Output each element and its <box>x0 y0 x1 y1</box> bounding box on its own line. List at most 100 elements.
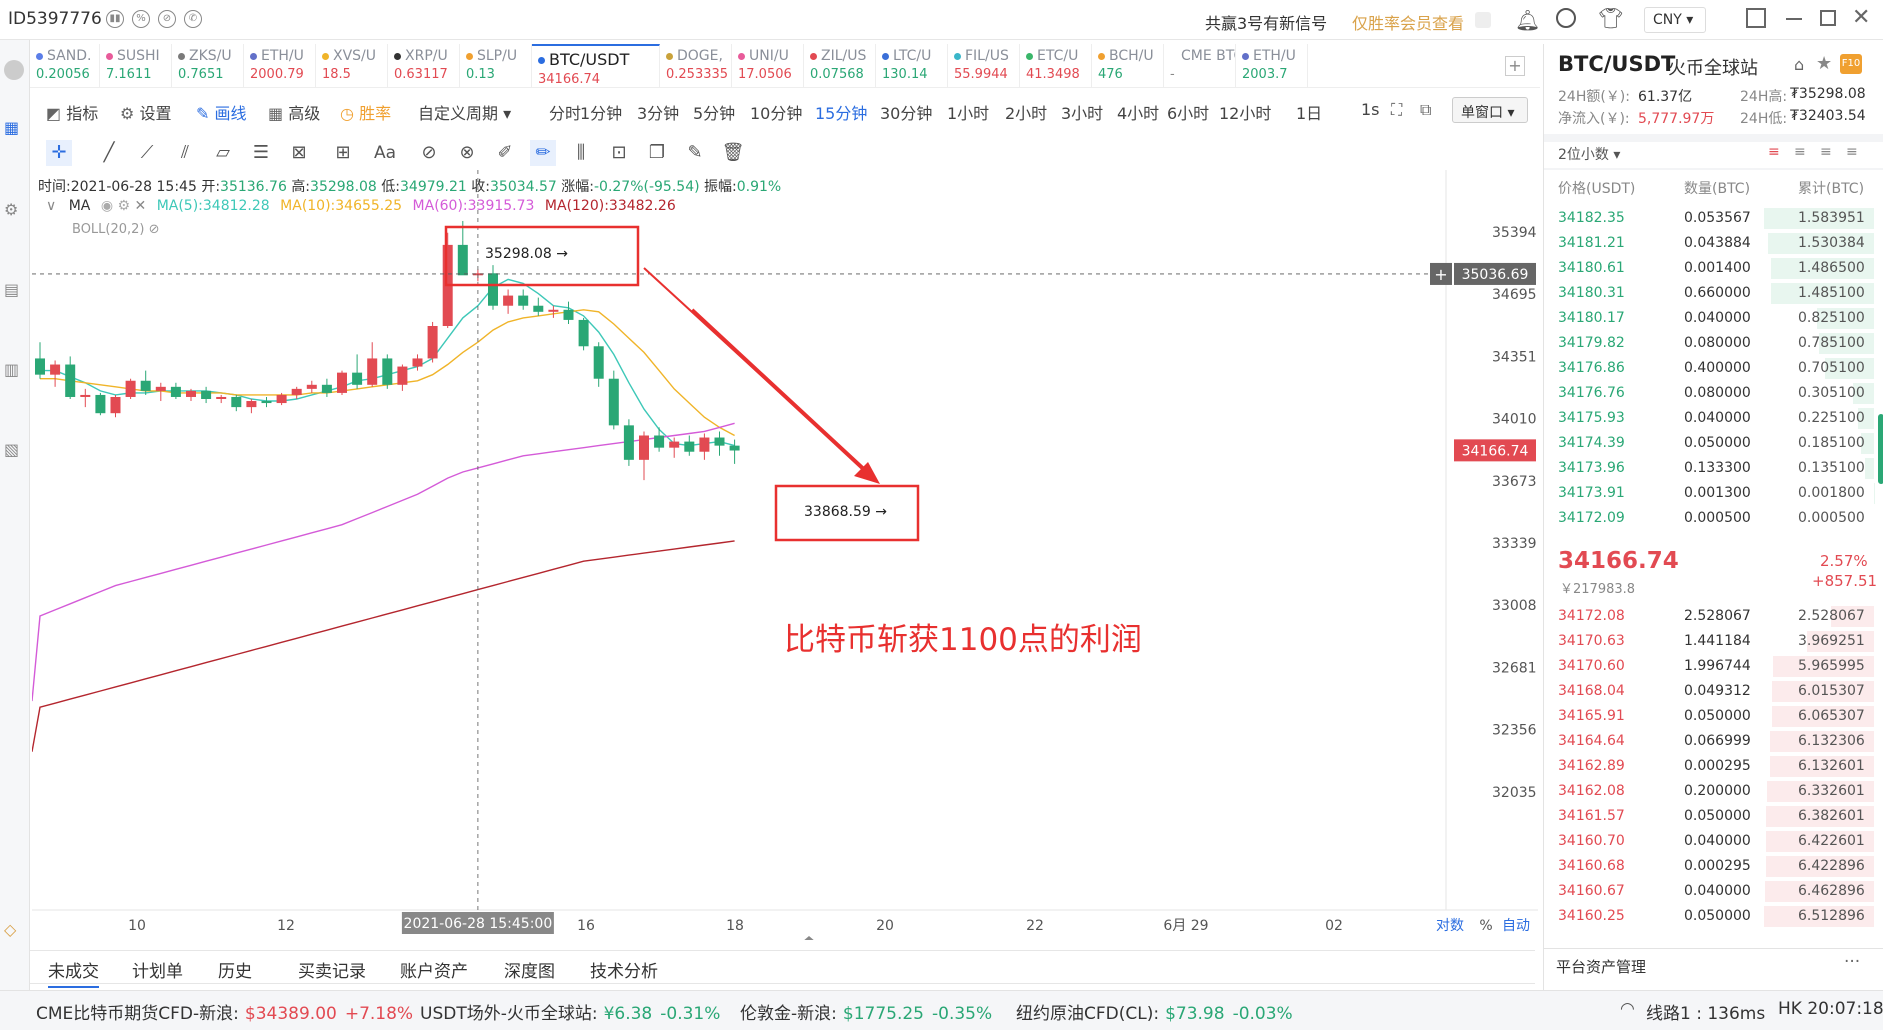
ticker-item[interactable]: ZIL/US 0.07568 <box>804 44 876 88</box>
ask-row[interactable]: 34174.39 0.050000 0.185100 <box>1544 431 1874 456</box>
bid-row[interactable]: 34172.08 2.528067 2.528067 <box>1544 604 1874 629</box>
period-2小时[interactable]: 2小时 <box>1005 100 1047 124</box>
candle-body[interactable] <box>261 401 272 404</box>
candle-body[interactable] <box>201 390 212 399</box>
status-item[interactable]: USDT场外-火币全球站: ¥6.38 -0.31% <box>420 999 720 1024</box>
news-icon[interactable]: ▧ <box>4 440 19 459</box>
ticker-item[interactable]: SAND. 0.20056 <box>30 44 100 88</box>
ask-row[interactable]: 34179.82 0.080000 0.785100 <box>1544 331 1874 356</box>
bid-view-icon[interactable]: ≡ <box>1820 144 1832 160</box>
status-item[interactable]: 伦敦金-新浪: $1775.25 -0.35% <box>740 999 992 1024</box>
period-1小时[interactable]: 1小时 <box>947 100 989 124</box>
ask-row[interactable]: 34182.35 0.053567 1.583951 <box>1544 206 1874 231</box>
asset-manage-link[interactable]: 平台资产管理 <box>1556 956 1646 977</box>
edit-tool-icon[interactable]: ✎ <box>682 140 708 166</box>
candle-body[interactable] <box>80 394 91 397</box>
candle-body[interactable] <box>140 380 151 391</box>
bid-row[interactable]: 34164.64 0.066999 6.132306 <box>1544 729 1874 754</box>
ask-row[interactable]: 34180.61 0.001400 1.486500 <box>1544 256 1874 281</box>
tab-5[interactable]: 深度图 <box>504 957 555 982</box>
ask-row[interactable]: 34173.96 0.133300 0.135100 <box>1544 456 1874 481</box>
interval-label[interactable]: 1s <box>1361 100 1380 119</box>
magnet-tool-icon[interactable]: ⊗ <box>454 140 480 166</box>
candle-body[interactable] <box>699 437 710 452</box>
scroll-up-icon[interactable] <box>802 936 816 940</box>
ask-row[interactable]: 34176.76 0.080000 0.305100 <box>1544 381 1874 406</box>
period-1日[interactable]: 1日 <box>1296 100 1322 124</box>
candle-body[interactable] <box>216 396 227 399</box>
add-ticker-button[interactable]: + <box>1505 56 1525 76</box>
bid-row[interactable]: 34162.89 0.000295 6.132601 <box>1544 754 1874 779</box>
candle-body[interactable] <box>170 386 181 397</box>
percent-icon[interactable]: % <box>132 10 150 28</box>
candle-body[interactable] <box>623 425 634 460</box>
ray-tool-icon[interactable]: ⟋ <box>134 140 160 166</box>
bid-row[interactable]: 34160.67 0.040000 6.462896 <box>1544 879 1874 904</box>
candle-body[interactable] <box>729 445 740 451</box>
custom-period-select[interactable]: 自定义周期 ▾ <box>418 100 511 124</box>
candle-body[interactable] <box>518 295 529 306</box>
candle-body[interactable] <box>155 386 166 391</box>
ruler-tool-icon[interactable]: ✐ <box>492 140 518 166</box>
draw-button[interactable]: ✎ 画线 <box>196 100 247 124</box>
ticker-item[interactable]: ETH/U 2003.7 <box>1236 44 1308 88</box>
ask-view-icon[interactable]: ≡ <box>1794 144 1806 160</box>
candle-body[interactable] <box>427 326 438 359</box>
channel-tool-icon[interactable]: ⫽ <box>172 140 198 166</box>
ticker-item[interactable]: ETC/U 41.3498 <box>1020 44 1092 88</box>
candle-body[interactable] <box>367 358 378 385</box>
both-view-icon[interactable]: ≡ <box>1768 144 1780 160</box>
candle-body[interactable] <box>639 435 649 460</box>
indicator-button[interactable]: ◩ 指标 <box>46 100 98 124</box>
ticker-item[interactable]: SUSHI 7.1611 <box>100 44 172 88</box>
period-3小时[interactable]: 3小时 <box>1061 100 1103 124</box>
candle-body[interactable] <box>65 364 76 397</box>
vip-link[interactable]: 仅胜率会员查看 <box>1352 10 1464 34</box>
candle-body[interactable] <box>563 309 574 320</box>
tab-3[interactable]: 买卖记录 <box>298 957 366 982</box>
bid-row[interactable]: 34160.25 0.050000 6.512896 <box>1544 904 1874 929</box>
bell-icon[interactable]: 🔔︎ <box>1515 8 1540 32</box>
more-icon[interactable]: ··· <box>1844 952 1860 972</box>
price-chart[interactable]: 35394.84 34695.99 34351.76 34010.95 33673.52… <box>32 170 1538 940</box>
period-1分钟[interactable]: 1分钟 <box>580 100 622 124</box>
ask-row[interactable]: 34173.91 0.001300 0.001800 <box>1544 481 1874 506</box>
home-icon[interactable]: ⌂ <box>1794 55 1804 74</box>
axis-option[interactable]: 自动 <box>1502 918 1530 934</box>
candle-body[interactable] <box>669 441 680 448</box>
candle-body[interactable] <box>291 388 302 395</box>
ticker-item[interactable]: CME BTC- <box>1164 44 1236 88</box>
popout-icon[interactable]: ⧉ <box>1420 100 1431 120</box>
copy-tool-icon[interactable]: ❐ <box>644 140 670 166</box>
ticker-item[interactable]: BCH/U 476 <box>1092 44 1164 88</box>
period-4小时[interactable]: 4小时 <box>1117 100 1159 124</box>
ticker-item[interactable]: DOGE, 0.253335 <box>660 44 732 88</box>
candle-body[interactable] <box>321 384 332 393</box>
bid-row[interactable]: 34170.63 1.441184 3.969251 <box>1544 629 1874 654</box>
lock-tool-icon[interactable]: ⊡ <box>606 140 632 166</box>
bid-row[interactable]: 34161.57 0.050000 6.382601 <box>1544 804 1874 829</box>
compass-icon[interactable]: ⊘ <box>158 10 176 28</box>
candle-body[interactable] <box>714 437 725 446</box>
ticker-item[interactable]: XVS/U 18.5 <box>316 44 388 88</box>
candle-body[interactable] <box>125 380 136 397</box>
doc-icon[interactable]: ▤ <box>4 280 19 299</box>
status-item[interactable]: CME比特币期货CFD-新浪: $34389.00 +7.18% <box>36 999 413 1024</box>
tab-6[interactable]: 技术分析 <box>590 957 658 982</box>
ticker-item[interactable]: LTC/U 130.14 <box>876 44 948 88</box>
line-tool-icon[interactable]: ╱ <box>96 140 122 166</box>
candle-body[interactable] <box>306 384 317 389</box>
chart-icon[interactable]: ▥ <box>4 360 19 379</box>
maximize-icon[interactable] <box>1820 10 1836 26</box>
axis-option[interactable]: 对数 <box>1436 918 1464 934</box>
window-mode-select[interactable]: 单窗口 ▾ <box>1452 97 1528 123</box>
candle-body[interactable] <box>110 396 121 414</box>
chart-area[interactable]: 时间:2021-06-28 15:45 开:35136.76 高:35298.0… <box>32 170 1538 940</box>
currency-select[interactable]: CNY ▾ <box>1644 7 1706 33</box>
settings-button[interactable]: ⚙ 设置 <box>120 100 171 124</box>
ask-row[interactable]: 34176.86 0.400000 0.705100 <box>1544 356 1874 381</box>
candle-body[interactable] <box>35 358 45 375</box>
candle-body[interactable] <box>186 390 196 397</box>
measure-tool-icon[interactable]: ⊞ <box>330 140 356 166</box>
candle-body[interactable] <box>352 372 363 385</box>
